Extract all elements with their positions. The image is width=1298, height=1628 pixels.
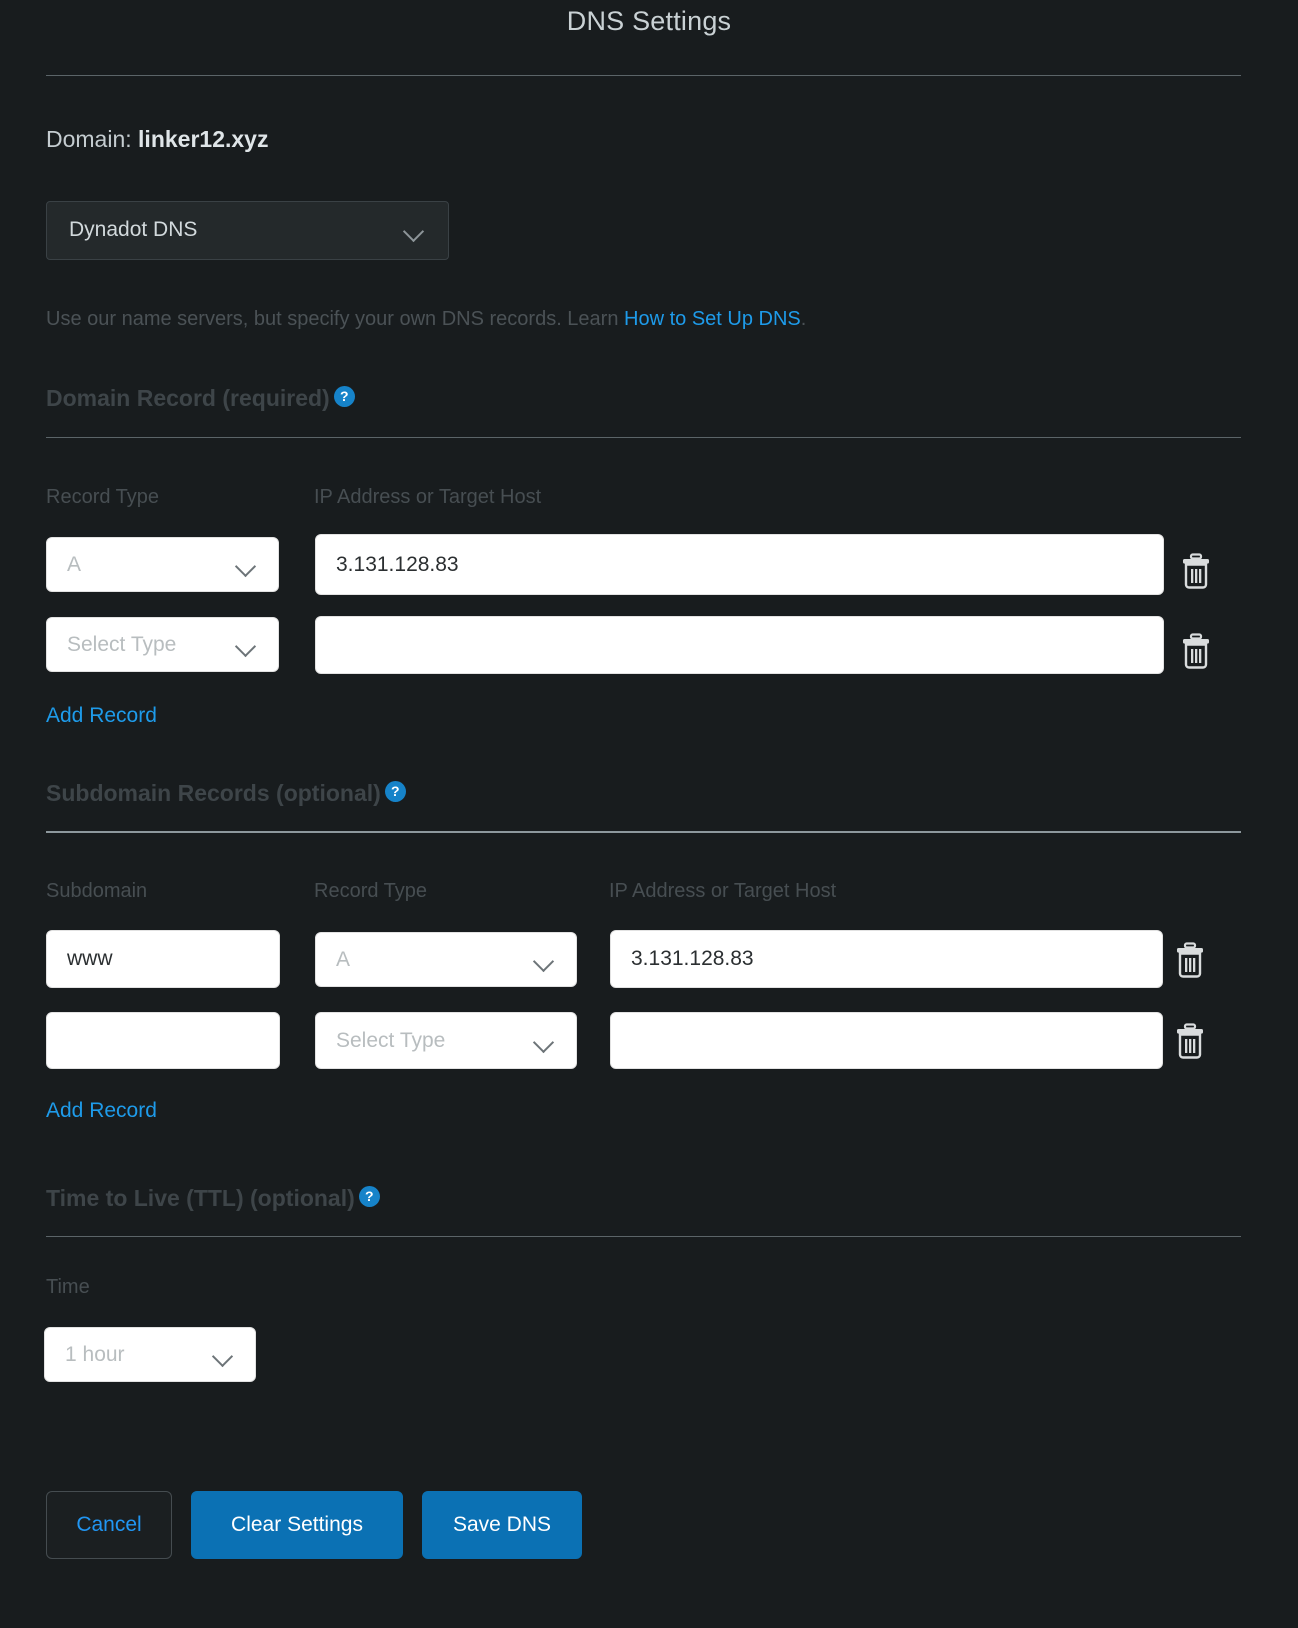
subdomain-col-record-type: Record Type — [314, 880, 428, 902]
cancel-button[interactable]: Cancel — [46, 1491, 172, 1559]
domain-record-divider — [46, 437, 1241, 438]
domain-label-text: Domain: — [46, 126, 132, 152]
header-divider — [46, 75, 1241, 76]
save-dns-button[interactable]: Save DNS — [422, 1491, 582, 1559]
domain-record-type-select-0[interactable]: A — [46, 537, 279, 592]
page-title: DNS Settings — [566, 6, 732, 36]
trash-icon[interactable] — [1180, 633, 1212, 669]
subdomain-value-0: www — [67, 947, 113, 970]
chevron-down-icon — [534, 954, 556, 966]
trash-icon[interactable] — [1180, 553, 1212, 589]
trash-icon[interactable] — [1174, 1023, 1206, 1059]
subdomain-type-select-0[interactable]: A — [315, 932, 577, 987]
domain-name: linker12.xyz — [138, 126, 269, 152]
subdomain-input-0[interactable]: www — [46, 930, 280, 988]
ttl-heading-text: Time to Live (TTL) (optional) — [46, 1185, 355, 1211]
how-to-set-up-dns-link[interactable]: How to Set Up DNS — [624, 308, 801, 330]
subdomain-target-value-0: 3.131.128.83 — [631, 947, 754, 970]
ttl-time-value: 1 hour — [65, 1342, 125, 1366]
cancel-button-label: Cancel — [76, 1513, 142, 1536]
domain-record-col-record-type: Record Type — [46, 486, 160, 508]
subdomain-type-value-0: A — [336, 947, 351, 971]
domain-record-target-value-0: 3.131.128.83 — [336, 552, 459, 576]
ttl-heading: Time to Live (TTL) (optional) ? — [46, 1185, 380, 1212]
clear-settings-button-label: Clear Settings — [231, 1513, 363, 1536]
subdomain-col-subdomain: Subdomain — [46, 880, 148, 902]
subdomain-records-heading: Subdomain Records (optional) ? — [46, 780, 406, 807]
domain-record-type-value-1: Select Type — [67, 632, 177, 656]
chevron-down-icon — [236, 559, 258, 571]
help-circle-icon[interactable]: ? — [358, 1186, 380, 1207]
helper-text-body: Use our name servers, but specify your o… — [46, 308, 625, 330]
help-circle-icon[interactable]: ? — [384, 781, 406, 802]
domain-record-col-target: IP Address or Target Host — [314, 486, 542, 508]
helper-text: Use our name servers, but specify your o… — [46, 308, 806, 331]
domain-record-add-record-link[interactable]: Add Record — [46, 704, 157, 728]
help-circle-icon[interactable]: ? — [333, 386, 355, 407]
chevron-down-icon — [534, 1035, 556, 1047]
ttl-time-label: Time — [46, 1276, 90, 1298]
domain-record-target-input-0[interactable]: 3.131.128.83 — [315, 534, 1164, 595]
domain-record-type-value-0: A — [67, 552, 82, 576]
subdomain-type-value-1: Select Type — [336, 1028, 446, 1052]
subdomain-records-heading-text: Subdomain Records (optional) — [46, 780, 381, 806]
ttl-divider — [46, 1236, 1241, 1237]
ttl-time-select[interactable]: 1 hour — [44, 1327, 256, 1382]
domain-record-heading: Domain Record (required) ? — [46, 385, 355, 412]
subdomain-target-input-0[interactable]: 3.131.128.83 — [610, 930, 1163, 988]
subdomain-type-select-1[interactable]: Select Type — [315, 1012, 577, 1069]
dns-provider-select[interactable]: Dynadot DNS — [46, 201, 449, 260]
save-dns-button-label: Save DNS — [452, 1513, 552, 1536]
subdomain-target-input-1[interactable] — [610, 1012, 1163, 1069]
subdomain-add-record-link[interactable]: Add Record — [46, 1099, 157, 1123]
domain-record-target-input-1[interactable] — [315, 616, 1164, 674]
dns-settings-page: DNS Settings Domain: linker12.xyz Dynado… — [0, 0, 1298, 1628]
domain-label: Domain: linker12.xyz — [46, 126, 268, 153]
clear-settings-button[interactable]: Clear Settings — [191, 1491, 403, 1559]
dns-provider-value: Dynadot DNS — [69, 218, 198, 241]
domain-record-heading-text: Domain Record (required) — [46, 385, 330, 411]
subdomain-col-target: IP Address or Target Host — [609, 880, 837, 902]
helper-text-suffix: . — [800, 308, 807, 330]
subdomain-input-1[interactable] — [46, 1012, 280, 1069]
domain-record-type-select-1[interactable]: Select Type — [46, 617, 279, 672]
chevron-down-icon — [213, 1349, 235, 1361]
subdomain-records-divider — [46, 831, 1241, 833]
chevron-down-icon — [404, 224, 426, 236]
chevron-down-icon — [236, 639, 258, 651]
trash-icon[interactable] — [1174, 942, 1206, 978]
